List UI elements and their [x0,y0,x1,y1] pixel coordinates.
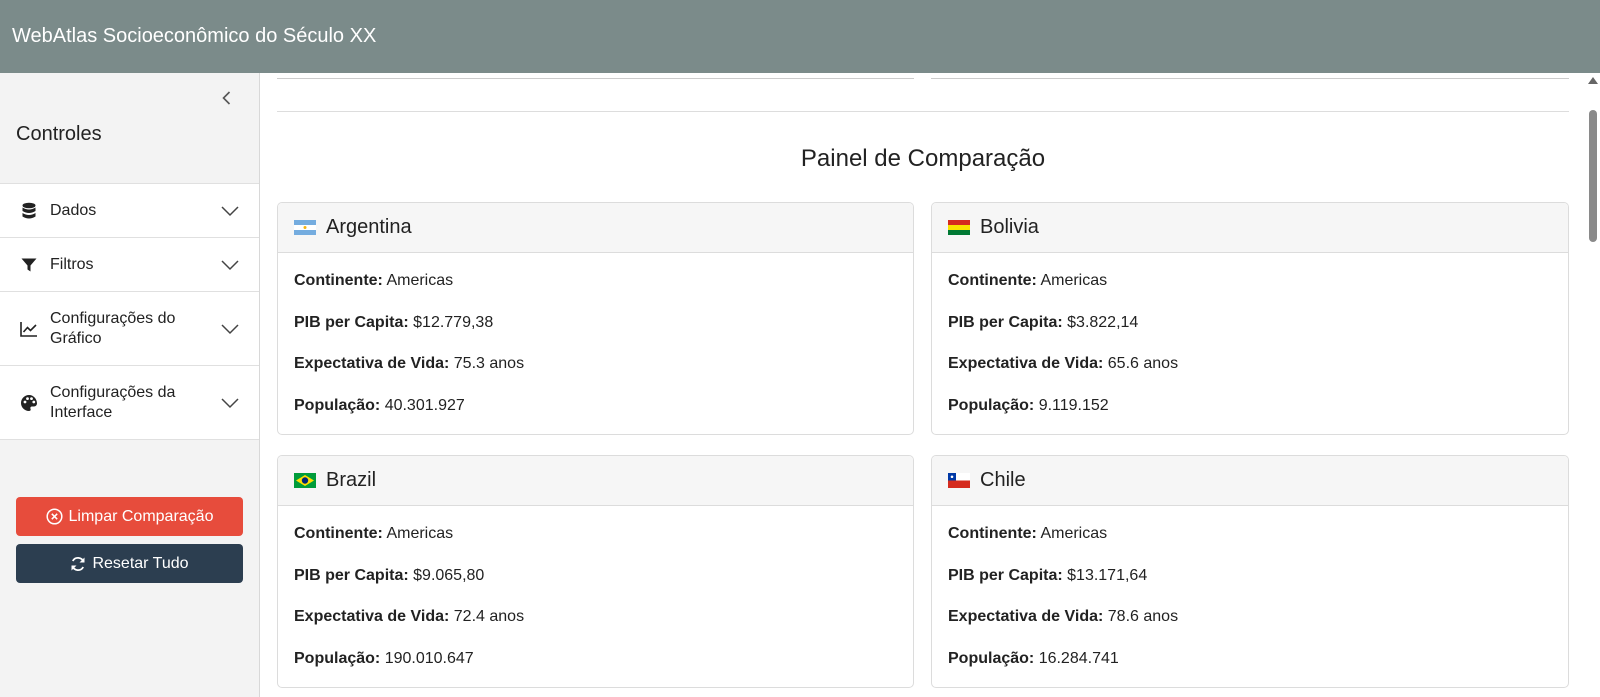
vertical-scrollbar[interactable] [1585,73,1600,697]
previous-card-edge [931,73,1569,79]
sidebar-item-label: Filtros [50,255,94,273]
card-header: Argentina [278,203,913,253]
population-value: 40.301.927 [384,396,465,414]
brazil-flag-icon [294,473,316,488]
life-expectancy-value: 72.4 anos [453,608,525,625]
bolivia-flag-icon [948,220,970,235]
divider [277,111,1569,112]
continent-value: Americas [1040,272,1108,289]
clear-comparison-button[interactable]: Limpar Comparação [16,497,243,536]
continent-row: Continente: Americas [948,272,1108,289]
country-card-brazil: Brazil Continente: Americas PIB per Capi… [277,455,914,688]
country-card-bolivia: Bolivia Continente: Americas PIB per Cap… [931,202,1569,435]
chevron-down-icon [221,397,239,408]
gdp-value: $12.779,38 [413,313,494,331]
life-expectancy-row: Expectativa de Vida: 72.4 anos [294,608,525,625]
main-content: Painel de Comparação Argentina Continent… [261,73,1585,697]
country-card-chile: Chile Continente: Americas PIB per Capit… [931,455,1569,688]
continent-value: Americas [386,272,454,289]
sidebar-title: Controles [16,123,102,145]
country-name: Brazil [326,469,377,491]
palette-icon [18,392,40,414]
sidebar-item-configuracoes-interface[interactable]: Configurações da Interface [0,366,259,440]
life-expectancy-value: 65.6 anos [1107,355,1179,372]
chile-flag-icon [948,473,970,488]
population-row: População: 190.010.647 [294,649,474,667]
population-row: População: 40.301.927 [294,396,465,414]
app-header: WebAtlas Socioeconômico do Século XX [0,0,1600,73]
population-row: População: 16.284.741 [948,649,1119,667]
clear-comparison-label: Limpar Comparação [68,507,214,525]
gdp-value: $3.822,14 [1067,313,1139,331]
continent-row: Continente: Americas [294,272,454,289]
reset-all-button[interactable]: Resetar Tudo [16,544,243,583]
collapse-sidebar-button[interactable] [217,88,237,108]
gdp-row: PIB per Capita: $3.822,14 [948,313,1139,331]
sidebar-accordion: Dados Filtros Configurações do Gráfico C… [0,183,259,440]
chevron-down-icon [221,205,239,216]
population-value: 190.010.647 [384,649,474,667]
population-value: 16.284.741 [1038,649,1119,667]
reset-all-label: Resetar Tudo [92,554,189,572]
refresh-icon [71,556,85,571]
scroll-thumb[interactable] [1589,110,1597,242]
gdp-row: PIB per Capita: $9.065,80 [294,566,485,584]
country-name: Argentina [326,216,412,238]
sidebar-item-label: Configurações do Gráfico [50,309,176,347]
sidebar-item-label: Configurações da Interface [50,383,176,421]
country-name: Chile [980,469,1026,491]
life-expectancy-row: Expectativa de Vida: 75.3 anos [294,355,525,372]
card-header: Chile [932,456,1568,506]
sidebar-item-configuracoes-grafico[interactable]: Configurações do Gráfico [0,292,259,366]
sidebar: Controles Dados Filtros Configurações do… [0,73,260,697]
population-row: População: 9.119.152 [948,396,1109,414]
line-chart-icon [18,318,40,340]
app-title: WebAtlas Socioeconômico do Século XX [12,25,377,47]
continent-row: Continente: Americas [294,525,454,542]
country-card-argentina: Argentina Continente: Americas PIB per C… [277,202,914,435]
population-value: 9.119.152 [1038,396,1109,414]
card-header: Bolivia [932,203,1568,253]
argentina-flag-icon [294,220,316,235]
gdp-row: PIB per Capita: $12.779,38 [294,313,494,331]
gdp-value: $9.065,80 [413,566,485,584]
life-expectancy-value: 78.6 anos [1107,608,1179,625]
gdp-value: $13.171,64 [1067,566,1148,584]
continent-value: Americas [1040,525,1108,542]
life-expectancy-value: 75.3 anos [453,355,525,372]
chevron-down-icon [221,259,239,270]
previous-card-edge [277,73,914,79]
life-expectancy-row: Expectativa de Vida: 78.6 anos [948,608,1179,625]
filter-icon [18,254,40,276]
sidebar-item-dados[interactable]: Dados [0,184,259,238]
scroll-up-arrow-icon[interactable] [1588,77,1598,84]
chevron-left-icon [222,91,231,105]
sidebar-item-label: Dados [50,201,97,219]
country-name: Bolivia [980,216,1039,238]
database-icon [18,200,40,222]
continent-value: Americas [386,525,454,542]
chevron-down-icon [221,323,239,334]
continent-row: Continente: Americas [948,525,1108,542]
sidebar-item-filtros[interactable]: Filtros [0,238,259,292]
circle-x-icon [45,508,63,525]
comparison-panel-title: Painel de Comparação [800,145,1046,172]
card-header: Brazil [278,456,913,506]
life-expectancy-row: Expectativa de Vida: 65.6 anos [948,355,1179,372]
gdp-row: PIB per Capita: $13.171,64 [948,566,1148,584]
